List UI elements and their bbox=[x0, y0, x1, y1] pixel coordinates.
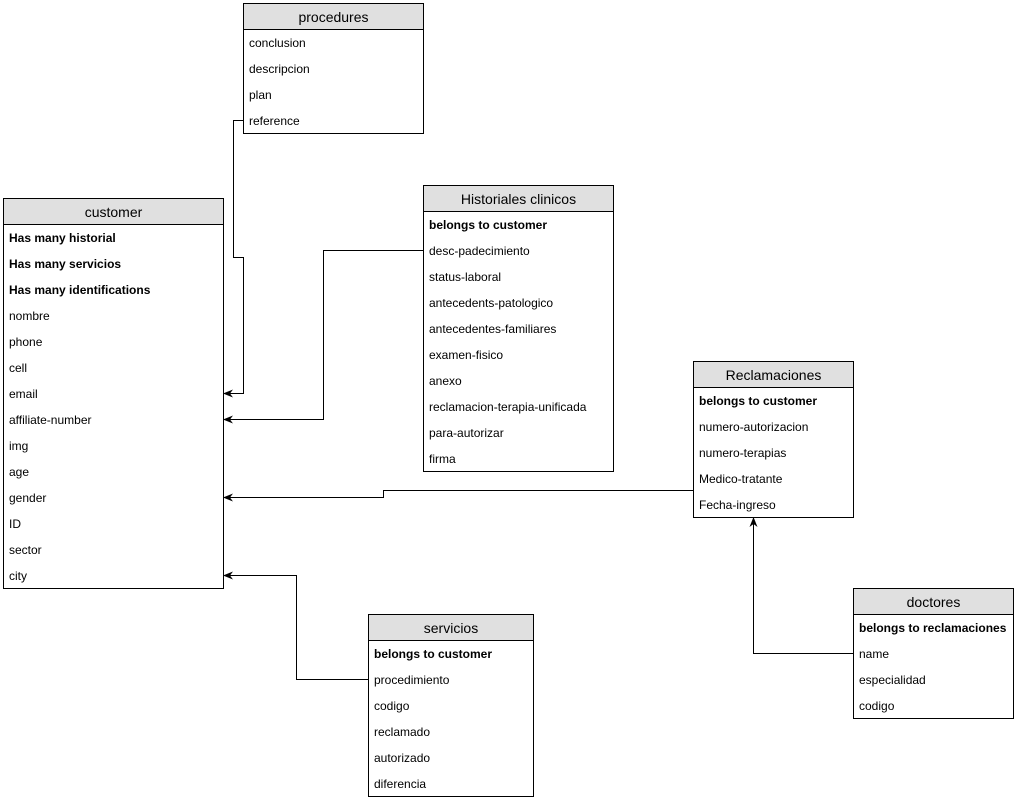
attribute-field[interactable]: antecedentes-familiares bbox=[424, 316, 613, 342]
entity-customer[interactable]: customer Has many historial Has many servi… bbox=[3, 198, 224, 589]
attribute-field[interactable]: age bbox=[4, 459, 223, 485]
attribute-field[interactable]: cell bbox=[4, 355, 223, 381]
connector-reclamaciones-to-customer bbox=[223, 490, 693, 502]
connector-procedures-to-customer bbox=[223, 120, 244, 398]
entity-title: Historiales clinicos bbox=[424, 186, 613, 212]
attribute-field[interactable]: numero-terapias bbox=[694, 440, 853, 466]
attribute-field[interactable]: plan bbox=[244, 82, 423, 108]
attribute-field[interactable]: codigo bbox=[369, 693, 533, 719]
entity-title: servicios bbox=[369, 615, 533, 641]
entity-reclamaciones[interactable]: Reclamaciones belongs to customer numero-a… bbox=[693, 361, 854, 518]
relation-field[interactable]: belongs to reclamaciones bbox=[854, 615, 1013, 641]
attribute-field[interactable]: img bbox=[4, 433, 223, 459]
attribute-field[interactable]: gender bbox=[4, 485, 223, 511]
attribute-field[interactable]: autorizado bbox=[369, 745, 533, 771]
attribute-field[interactable]: status-laboral bbox=[424, 264, 613, 290]
entity-title: customer bbox=[4, 199, 223, 225]
relation-field[interactable]: belongs to customer bbox=[694, 388, 853, 414]
attribute-field[interactable]: reference bbox=[244, 108, 423, 134]
entity-title: Reclamaciones bbox=[694, 362, 853, 388]
entity-servicios[interactable]: servicios belongs to customer procedimient… bbox=[368, 614, 534, 797]
attribute-field[interactable]: antecedents-patologico bbox=[424, 290, 613, 316]
entity-procedures[interactable]: procedures conclusion descripcion plan refer… bbox=[243, 3, 424, 134]
relation-field[interactable]: belongs to customer bbox=[424, 212, 613, 238]
connector-historiales-to-customer bbox=[223, 250, 423, 424]
attribute-field[interactable]: city bbox=[4, 563, 223, 589]
attribute-field[interactable]: codigo bbox=[854, 693, 1013, 719]
relation-field[interactable]: Has many identifications bbox=[4, 277, 223, 303]
connector-servicios-to-customer bbox=[223, 571, 368, 680]
attribute-field[interactable]: especialidad bbox=[854, 667, 1013, 693]
attribute-field[interactable]: para-autorizar bbox=[424, 420, 613, 446]
attribute-field[interactable]: examen-fisico bbox=[424, 342, 613, 368]
attribute-field[interactable]: diferencia bbox=[369, 771, 533, 797]
entity-doctores[interactable]: doctores belongs to reclamaciones name espe… bbox=[853, 588, 1014, 719]
attribute-field[interactable]: affiliate-number bbox=[4, 407, 223, 433]
attribute-field[interactable]: Medico-tratante bbox=[694, 466, 853, 492]
attribute-field[interactable]: anexo bbox=[424, 368, 613, 394]
attribute-field[interactable]: procedimiento bbox=[369, 667, 533, 693]
attribute-field[interactable]: desc-padecimiento bbox=[424, 238, 613, 264]
attribute-field[interactable]: numero-autorizacion bbox=[694, 414, 853, 440]
attribute-field[interactable]: conclusion bbox=[244, 30, 423, 56]
attribute-field[interactable]: name bbox=[854, 641, 1013, 667]
attribute-field[interactable]: email bbox=[4, 381, 223, 407]
attribute-field[interactable]: nombre bbox=[4, 303, 223, 329]
relation-field[interactable]: Has many servicios bbox=[4, 251, 223, 277]
entity-historiales-clinicos[interactable]: Historiales clinicos belongs to customer d… bbox=[423, 185, 614, 472]
entity-title: procedures bbox=[244, 4, 423, 30]
attribute-field[interactable]: ID bbox=[4, 511, 223, 537]
attribute-field[interactable]: descripcion bbox=[244, 56, 423, 82]
attribute-field[interactable]: sector bbox=[4, 537, 223, 563]
relation-field[interactable]: belongs to customer bbox=[369, 641, 533, 667]
attribute-field[interactable]: phone bbox=[4, 329, 223, 355]
relation-field[interactable]: Has many historial bbox=[4, 225, 223, 251]
attribute-field[interactable]: Fecha-ingreso bbox=[694, 492, 853, 518]
attribute-field[interactable]: reclamado bbox=[369, 719, 533, 745]
attribute-field[interactable]: firma bbox=[424, 446, 613, 472]
attribute-field[interactable]: reclamacion-terapia-unificada bbox=[424, 394, 613, 420]
entity-title: doctores bbox=[854, 589, 1013, 615]
connector-doctores-to-reclamaciones bbox=[749, 517, 853, 654]
